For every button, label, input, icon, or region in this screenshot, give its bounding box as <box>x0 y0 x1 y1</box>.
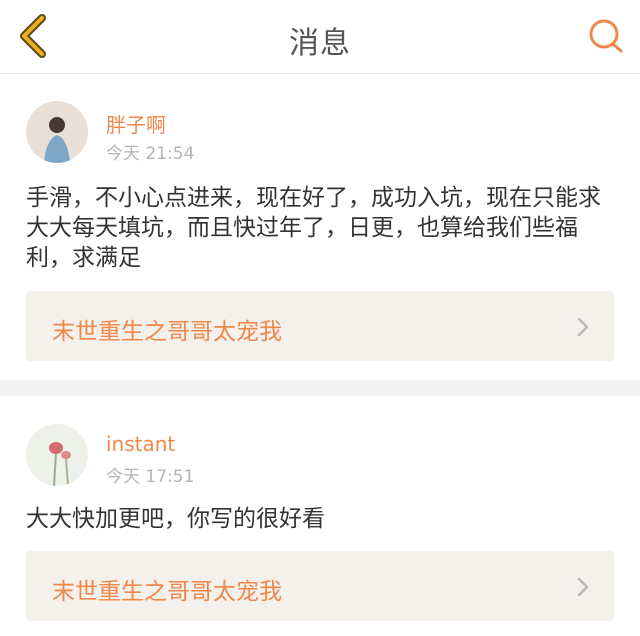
page-title: 消息 <box>289 26 351 61</box>
book-link[interactable]: 末世重生之哥哥太宠我 <box>26 551 614 621</box>
message-card: instant 今天 17:51 大大快加更吧，你写的很好看 末世重生之哥哥太宠… <box>0 396 640 636</box>
username[interactable]: 胖子啊 <box>106 109 166 138</box>
message-list: 胖子啊 今天 21:54 手滑，不小心点进来，现在好了，成功入坑，现在只能求大大… <box>0 75 640 636</box>
avatar[interactable] <box>26 424 88 486</box>
chevron-right-icon <box>577 577 589 597</box>
book-link[interactable]: 末世重生之哥哥太宠我 <box>26 291 614 361</box>
avatar[interactable] <box>26 101 88 163</box>
chevron-right-icon <box>577 317 589 337</box>
section-divider <box>0 380 640 396</box>
top-bar: 消息 <box>0 0 640 74</box>
search-button[interactable] <box>586 16 626 56</box>
comment-text: 手滑，不小心点进来，现在好了，成功入坑，现在只能求大大每天填坑，而且快过年了，日… <box>26 185 601 271</box>
search-icon <box>589 19 623 53</box>
username[interactable]: instant <box>106 432 175 456</box>
avatar-image <box>26 101 88 163</box>
timestamp: 今天 21:54 <box>106 144 195 164</box>
comment-text: 大大快加更吧，你写的很好看 <box>26 506 325 532</box>
book-title: 末世重生之哥哥太宠我 <box>52 579 282 605</box>
book-title: 末世重生之哥哥太宠我 <box>52 319 282 345</box>
avatar-image <box>26 424 88 486</box>
timestamp: 今天 17:51 <box>106 467 195 487</box>
message-card: 胖子啊 今天 21:54 手滑，不小心点进来，现在好了，成功入坑，现在只能求大大… <box>0 75 640 380</box>
